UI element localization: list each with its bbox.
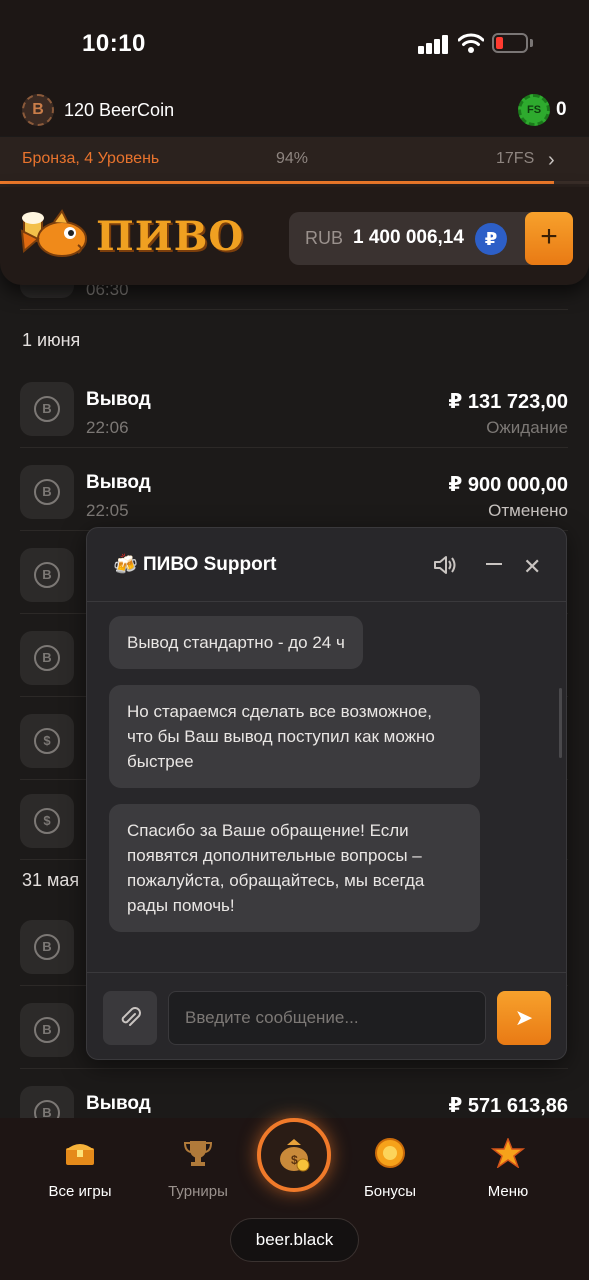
signal-icon [418, 34, 448, 54]
nav-label: Турниры [168, 1183, 228, 1200]
nav-label: Бонусы [363, 1183, 417, 1200]
wifi-icon [458, 33, 484, 53]
treasure-chest-icon [66, 1144, 94, 1165]
chat-footer: ➤ [87, 972, 566, 1060]
status-bar: 10:10 [0, 0, 589, 88]
nav-bonuses[interactable]: Бонусы [340, 1138, 440, 1200]
transaction-row[interactable]: B Вывод ₽ 571 613,86 [20, 1072, 568, 1118]
bottom-nav: Все игры Турниры $ Бонусы Меню beer.blac… [0, 1118, 589, 1280]
ruble-icon: ₽ [475, 223, 507, 255]
transaction-amount: ₽ 571 613,86 [448, 1095, 568, 1117]
close-icon[interactable]: ✕ [523, 554, 541, 580]
transaction-amount: ₽ 131 723,00 [448, 391, 568, 413]
transaction-time: 22:06 [86, 418, 129, 437]
transaction-title: Вывод [86, 472, 151, 493]
paperclip-icon[interactable] [103, 991, 157, 1045]
nav-label: Меню [487, 1183, 529, 1200]
coin-icon: B [20, 920, 74, 974]
balance-value: 1 400 006,14 [353, 227, 464, 248]
balance-box[interactable]: RUB 1 400 006,14 ₽ [289, 212, 537, 265]
level-name: Бронза, 4 Уровень [22, 150, 160, 167]
transaction-title: Вывод [86, 1093, 151, 1114]
coin-icon: B [20, 465, 74, 519]
chat-message: Вывод стандартно - до 24 ч [109, 616, 363, 669]
refund-icon: $ [20, 794, 74, 848]
star-icon [490, 1136, 526, 1169]
logo-fish-icon[interactable] [18, 205, 94, 267]
nav-label: Все игры [48, 1183, 112, 1200]
money-bag-icon: $ [280, 1139, 310, 1172]
minimize-icon[interactable] [486, 563, 502, 565]
freespins-icon: FS [518, 94, 550, 126]
transaction-row[interactable]: B Вывод 22:05 ₽ 900 000,00 Отменено [20, 451, 568, 531]
date-header: 1 июня [22, 330, 81, 350]
svg-text:$: $ [291, 1153, 298, 1167]
bonus-wheel-icon [375, 1138, 405, 1168]
coin-bar[interactable]: B 120 BeerCoin FS 0 [0, 88, 589, 136]
level-progress-fill [0, 181, 554, 184]
transaction-amount: ₽ 900 000,00 [448, 474, 568, 496]
header: ПИВО RUB 1 400 006,14 ₽ + [0, 187, 589, 285]
coin-icon: B [20, 1086, 74, 1118]
transaction-status: Отменено [488, 501, 568, 520]
refund-icon: $ [20, 714, 74, 768]
nav-all-games[interactable]: Все игры [30, 1138, 130, 1200]
nav-menu[interactable]: Меню [458, 1136, 558, 1200]
level-freespins: 17FS [496, 150, 535, 167]
chat-scrollbar[interactable] [559, 688, 562, 758]
coin-icon: B [20, 631, 74, 685]
send-button[interactable]: ➤ [497, 991, 551, 1045]
coin-icon: B [20, 1003, 74, 1057]
chat-message: Но стараемся сделать все возможное, что … [109, 685, 480, 788]
volume-icon[interactable] [433, 554, 457, 576]
transaction-status: Ожидание [486, 418, 568, 437]
transaction-row[interactable]: B Вывод 22:06 ₽ 131 723,00 Ожидание [20, 368, 568, 448]
beercoin-icon: B [22, 94, 54, 126]
deposit-button[interactable]: + [525, 212, 573, 265]
nav-tournaments[interactable]: Турниры [148, 1138, 248, 1200]
chat-title: ПИВО Support [143, 554, 277, 575]
chat-message: Спасибо за Ваше обращение! Если появятся… [109, 804, 480, 932]
balance-currency: RUB [305, 228, 344, 248]
domain-pill[interactable]: beer.black [230, 1218, 359, 1262]
coin-icon: B [20, 548, 74, 602]
logo-text[interactable]: ПИВО [96, 213, 244, 260]
beer-mugs-icon: 🍻 [113, 554, 138, 576]
freespins-count: 0 [556, 99, 567, 120]
level-percent: 94% [276, 150, 309, 167]
chat-header: 🍻 ПИВО Support ✕ [87, 528, 566, 602]
transaction-title: Вывод [86, 389, 151, 410]
beercoin-balance: 120 BeerCoin [64, 100, 175, 120]
cashier-button[interactable]: $ [257, 1118, 331, 1192]
trophy-icon [183, 1141, 213, 1166]
battery-icon [492, 33, 528, 53]
status-time: 10:10 [82, 30, 146, 57]
coin-icon: B [20, 382, 74, 436]
chevron-right-icon[interactable]: › [548, 149, 555, 172]
message-input[interactable] [168, 991, 486, 1045]
level-bar[interactable]: Бронза, 4 Уровень 94% 17FS › [0, 137, 589, 187]
support-chat-window[interactable]: 🍻 ПИВО Support ✕ Вывод стандартно - до 2… [86, 527, 567, 1060]
date-header: 31 мая [22, 870, 80, 890]
level-progress-track [0, 181, 589, 184]
transaction-time: 22:05 [86, 501, 129, 520]
